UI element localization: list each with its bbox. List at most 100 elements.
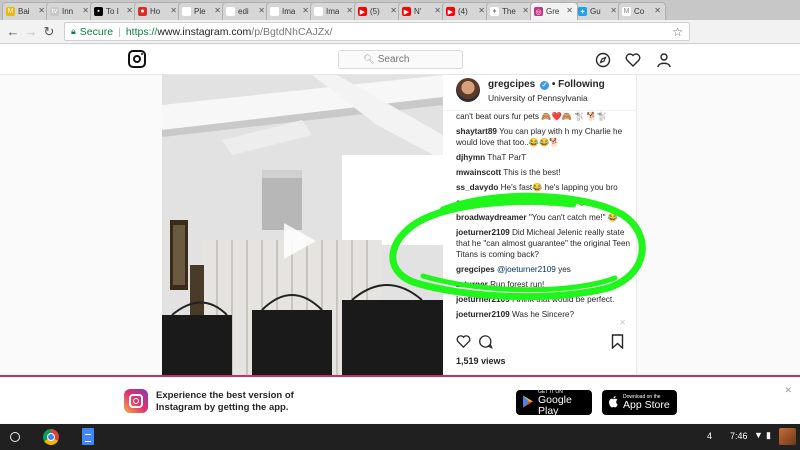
- tab-label: Bai: [18, 7, 30, 16]
- tab-label: Gre: [546, 7, 560, 16]
- battery-icon[interactable]: ▮: [766, 430, 771, 441]
- search-input[interactable]: [377, 54, 438, 65]
- browser-tab[interactable]: edi ✕: [222, 2, 270, 20]
- wifi-icon[interactable]: ▼: [754, 430, 763, 440]
- view-count: 1,519 views: [456, 356, 506, 366]
- browser-tab[interactable]: ♦ The ✕: [486, 2, 534, 20]
- tab-close-icon[interactable]: ✕: [346, 6, 353, 15]
- tab-favicon-icon: ▶: [358, 7, 367, 16]
- browser-tab[interactable]: ▪ To I ✕: [90, 2, 138, 20]
- comment-username[interactable]: shaytart89: [456, 127, 497, 136]
- browser-tab[interactable]: ▶ N' ✕: [398, 2, 446, 20]
- tab-close-icon[interactable]: ✕: [170, 6, 177, 15]
- banner-close-icon[interactable]: ✕: [784, 385, 792, 396]
- tab-favicon-icon: [314, 7, 323, 16]
- bookmark-icon[interactable]: [611, 334, 624, 352]
- os-shelf: 4 7:46 ▼ ▮: [0, 424, 800, 450]
- comment-bubble-icon[interactable]: [478, 334, 493, 352]
- tab-close-icon[interactable]: ✕: [566, 6, 573, 15]
- url-host: www.instagram.com: [157, 25, 252, 38]
- browser-tab[interactable]: ✦ Gu ✕: [574, 2, 622, 20]
- browser-tab[interactable]: ● Ho ✕: [134, 2, 182, 20]
- tab-close-icon[interactable]: ✕: [38, 6, 45, 15]
- following-button[interactable]: Following: [558, 79, 605, 90]
- comment-username[interactable]: joeturner2109: [456, 310, 510, 319]
- instagram-header: 🔍︎: [0, 45, 800, 75]
- app-store-button[interactable]: Download on the App Store: [602, 390, 677, 415]
- tab-label: Ima: [326, 7, 340, 16]
- post-actions: [456, 334, 626, 350]
- address-separator: |: [118, 25, 121, 38]
- browser-tab[interactable]: Ima ✕: [266, 2, 314, 20]
- avatar[interactable]: [456, 78, 480, 102]
- back-arrow-icon[interactable]: ←: [4, 24, 22, 39]
- url-path: /p/BgtdNhCAJZx/: [251, 25, 333, 38]
- notification-count[interactable]: 4: [707, 431, 712, 441]
- tab-close-icon[interactable]: ✕: [434, 6, 441, 15]
- instagram-logo-icon[interactable]: [128, 50, 146, 68]
- tab-label: Inn: [62, 7, 74, 16]
- comment-text: This is the best!: [503, 168, 561, 177]
- profile-icon[interactable]: [656, 52, 672, 71]
- search-box[interactable]: 🔍︎: [338, 50, 463, 69]
- tab-close-icon[interactable]: ✕: [126, 6, 133, 15]
- browser-tab[interactable]: ▶ (5) ✕: [354, 2, 402, 20]
- browser-tab[interactable]: M Bai ✕: [2, 2, 50, 20]
- tab-favicon-icon: [270, 7, 279, 16]
- comment-username[interactable]: djhymn: [456, 153, 485, 162]
- comment-text: ThaT ParT: [487, 153, 527, 162]
- play-store-icon: [522, 395, 534, 411]
- google-play-button[interactable]: GET IT ON Google Play: [516, 389, 592, 416]
- reload-icon[interactable]: ↻: [40, 24, 58, 40]
- browser-tab[interactable]: tv Inn ✕: [46, 2, 94, 20]
- tab-favicon-icon: ✦: [578, 7, 587, 16]
- chrome-app-icon[interactable]: [43, 429, 59, 445]
- app-store-big-text: App Store: [623, 399, 670, 411]
- heart-icon[interactable]: [625, 52, 641, 71]
- tab-favicon-icon: tv: [50, 7, 59, 16]
- tab-favicon-icon: ♦: [490, 7, 499, 16]
- comment-username[interactable]: mwainscott: [456, 168, 501, 177]
- tab-close-icon[interactable]: ✕: [654, 6, 661, 15]
- forward-arrow-icon[interactable]: →: [22, 24, 40, 39]
- tab-close-icon[interactable]: ✕: [478, 6, 485, 15]
- launcher-icon[interactable]: [10, 432, 20, 442]
- author-line: gregcipes ✓ • Following: [488, 79, 605, 90]
- compass-icon[interactable]: [595, 52, 611, 71]
- tab-favicon-icon: ▪: [94, 7, 103, 16]
- tab-close-icon[interactable]: ✕: [390, 6, 397, 15]
- tab-favicon-icon: ▶: [446, 7, 455, 16]
- browser-tab[interactable]: M Co ✕: [618, 2, 666, 20]
- user-avatar[interactable]: [779, 428, 796, 445]
- author-username[interactable]: gregcipes: [488, 79, 535, 90]
- browser-tab[interactable]: Ima ✕: [310, 2, 358, 20]
- tab-label: edi: [238, 7, 249, 16]
- bookmark-star-icon[interactable]: ☆: [672, 25, 683, 39]
- docs-app-icon[interactable]: [82, 428, 94, 445]
- tab-close-icon[interactable]: ✕: [214, 6, 221, 15]
- clock[interactable]: 7:46: [730, 431, 748, 441]
- tab-close-icon[interactable]: ✕: [82, 6, 89, 15]
- apple-icon: [608, 395, 619, 411]
- address-bar[interactable]: 🔒︎ Secure | https://www.instagram.com/p/…: [64, 22, 690, 41]
- comment-text: Was he Sincere?: [511, 310, 575, 319]
- post-location[interactable]: University of Pennsylvania: [488, 93, 588, 103]
- browser-tab[interactable]: ▶ (4) ✕: [442, 2, 490, 20]
- comment: djhymn ThaT ParT: [456, 152, 632, 163]
- browser-tab[interactable]: ◎ Gre ✕: [530, 2, 578, 20]
- browser-tab[interactable]: Ple ✕: [178, 2, 226, 20]
- tab-close-icon[interactable]: ✕: [258, 6, 265, 15]
- like-heart-icon[interactable]: [456, 334, 471, 352]
- search-icon: 🔍︎: [363, 54, 375, 64]
- url-scheme: https://: [125, 25, 158, 38]
- comment: can't beat ours fur pets 🙈❤️🙈 🐩 🐕🐩: [456, 111, 632, 122]
- tab-close-icon[interactable]: ✕: [610, 6, 617, 15]
- tab-close-icon[interactable]: ✕: [522, 6, 529, 15]
- play-button-icon[interactable]: [284, 223, 316, 259]
- tab-label: Gu: [590, 7, 601, 16]
- delete-comment-icon[interactable]: ✕: [619, 317, 626, 328]
- tab-label: Ho: [150, 7, 161, 16]
- secure-label: Secure: [79, 25, 114, 38]
- tab-close-icon[interactable]: ✕: [302, 6, 309, 15]
- tab-label: Ima: [282, 7, 296, 16]
